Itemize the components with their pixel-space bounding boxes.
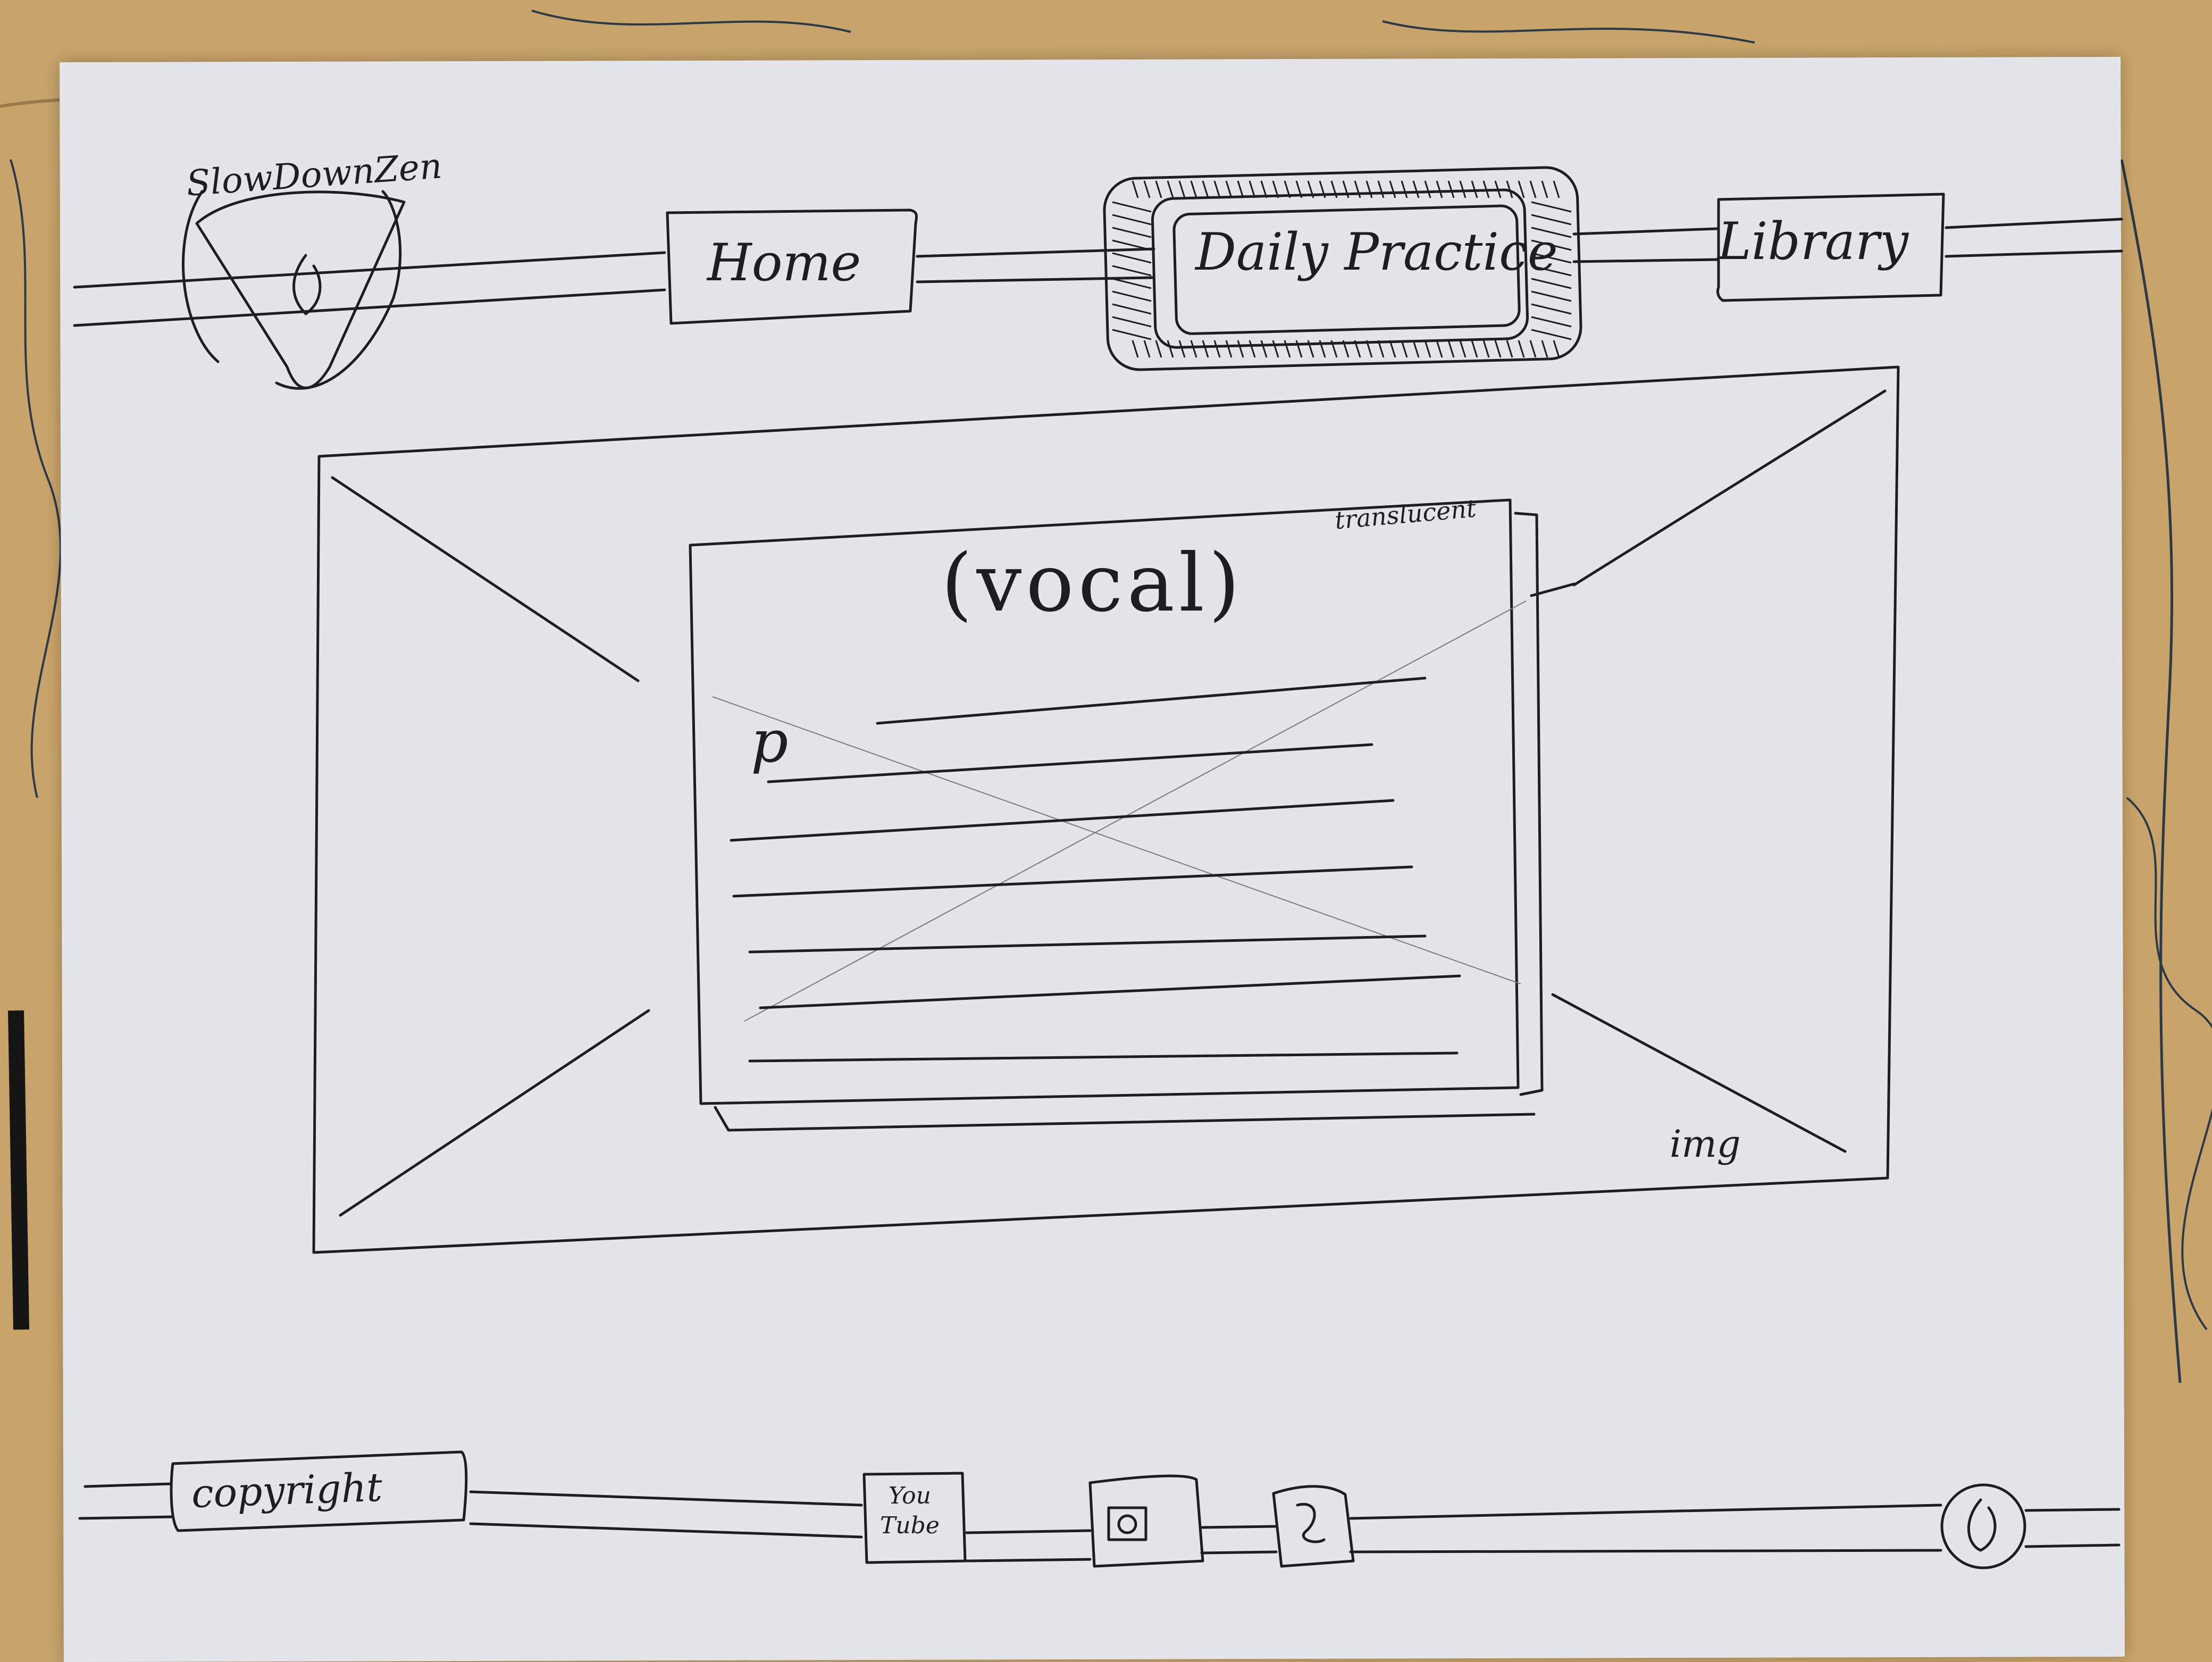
paragraph-text-lines xyxy=(730,677,1461,1063)
overlay-translucent-cross xyxy=(712,600,1527,1022)
hero-image-placeholder xyxy=(312,365,1900,1254)
copyright-text: copyright xyxy=(190,1464,383,1517)
youtube-label-line1: You xyxy=(888,1482,931,1509)
instagram-icon[interactable] xyxy=(1090,1476,1203,1566)
nav-item-daily-practice[interactable]: Daily Practice xyxy=(1195,222,1558,282)
youtube-icon[interactable]: You Tube xyxy=(880,1481,940,1541)
nav-item-library[interactable]: Library xyxy=(1717,212,1908,271)
paragraph-marker: p xyxy=(751,707,789,775)
brand-icon[interactable] xyxy=(197,202,404,394)
overlay-title: (vocal) xyxy=(941,537,1244,630)
youtube-label-line2: Tube xyxy=(880,1512,940,1539)
nav-item-home[interactable]: Home xyxy=(707,233,861,293)
image-note: img xyxy=(1670,1122,1741,1166)
facebook-icon[interactable] xyxy=(1273,1484,1353,1566)
flame-icon[interactable] xyxy=(1942,1485,2025,1568)
